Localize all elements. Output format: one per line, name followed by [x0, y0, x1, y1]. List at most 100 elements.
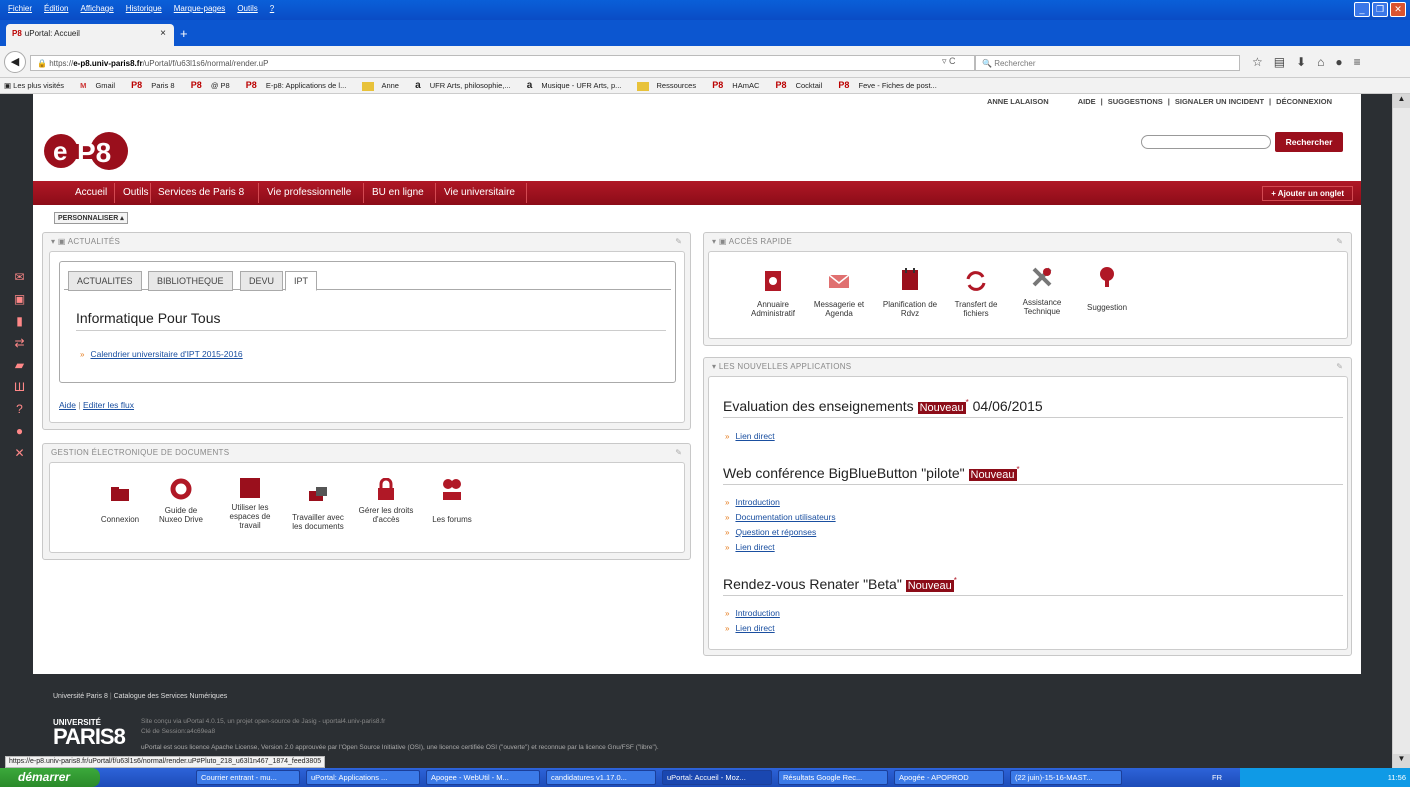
menu-affichage[interactable]: Affichage	[80, 4, 113, 13]
link-signaler[interactable]: SIGNALER UN INCIDENT	[1175, 97, 1264, 106]
bookmark-ressources[interactable]: Ressources	[637, 81, 703, 91]
download-icon[interactable]: ⬇	[1296, 55, 1317, 69]
app-planification[interactable]: Planification de Rdvz	[875, 268, 945, 318]
app-forums[interactable]: Les forums	[426, 478, 478, 524]
minimize-button[interactable]: _	[1354, 2, 1370, 17]
app-workspaces[interactable]: Utiliser les espaces de travail	[222, 477, 278, 530]
reload-icon[interactable]: ▿ C	[942, 56, 956, 67]
mail-icon[interactable]: ✉	[6, 270, 33, 292]
scroll-down-icon[interactable]: ▼	[1393, 754, 1410, 768]
help-link[interactable]: Aide	[59, 400, 76, 410]
bookmark-ep8[interactable]: P8 E-p8: Applications de l...	[246, 80, 354, 90]
directory-icon[interactable]: ▣	[6, 292, 33, 314]
bookmark-feve[interactable]: P8 Feve - Fiches de post...	[838, 80, 943, 90]
taskbar-item[interactable]: (22 juin)-15-16-MAST...	[1010, 770, 1122, 785]
bookmark-ufr-arts[interactable]: a UFR Arts, philosophie,...	[415, 80, 518, 91]
bookmark-paris8[interactable]: P8 Paris 8	[131, 80, 181, 90]
documentation-link[interactable]: Documentation utilisateurs	[735, 512, 835, 522]
start-button[interactable]: démarrer	[0, 768, 100, 787]
vertical-scrollbar[interactable]: ▲ ▼	[1392, 94, 1410, 768]
tab-ipt[interactable]: IPT	[285, 271, 318, 291]
tab-devu[interactable]: DEVU	[240, 271, 284, 291]
new-tab-button[interactable]: +	[180, 26, 188, 41]
personalize-button[interactable]: PERSONNALISER ▴	[54, 212, 128, 224]
taskbar-item[interactable]: Apogée - APOPROD	[894, 770, 1004, 785]
clipboard-icon[interactable]: ▤	[1274, 55, 1296, 69]
browser-tab[interactable]: P8 uPortal: Accueil ×	[6, 24, 174, 46]
back-button[interactable]: ◀	[4, 51, 26, 73]
search-button[interactable]: Rechercher	[1275, 132, 1343, 152]
introduction-link[interactable]: Introduction	[735, 608, 779, 618]
app-transfert[interactable]: Transfert de fichiers	[949, 270, 1003, 318]
edit-feeds-link[interactable]: Editer les flux	[83, 400, 134, 410]
documents-icon[interactable]: ▰	[6, 358, 33, 380]
scroll-up-icon[interactable]: ▲	[1393, 94, 1410, 108]
pin-icon[interactable]: ✎	[675, 237, 682, 246]
chat-icon[interactable]: ●	[1335, 55, 1353, 69]
tab-bu-en-ligne[interactable]: BU en ligne	[372, 187, 424, 198]
url-bar[interactable]: 🔒 https://e-p8.univ-paris8.fr/uPortal/f/…	[30, 55, 975, 71]
close-button[interactable]: ✕	[1390, 2, 1406, 17]
app-annuaire[interactable]: Annuaire Administratif	[745, 270, 801, 318]
taskbar-item[interactable]: candidatures v1.17.0...	[546, 770, 656, 785]
portal-search-input[interactable]	[1141, 135, 1271, 149]
tab-actualites[interactable]: ACTUALITES	[68, 271, 142, 291]
pin-icon[interactable]: ✎	[675, 448, 682, 457]
footer-link-paris8[interactable]: Université Paris 8	[53, 693, 108, 700]
link-deconnexion[interactable]: DÉCONNEXION	[1276, 97, 1332, 106]
footer-link-catalogue[interactable]: Catalogue des Services Numériques	[114, 693, 228, 700]
news-link[interactable]: Calendrier universitaire d'IPT 2015-2016	[90, 349, 242, 359]
add-tab-button[interactable]: + Ajouter un onglet	[1262, 186, 1353, 201]
menu-marque-pages[interactable]: Marque-pages	[174, 4, 226, 13]
pin-icon[interactable]: ✎	[1336, 237, 1343, 246]
bookmark-at-p8[interactable]: P8 @ P8	[191, 80, 237, 90]
menu-fichier[interactable]: Fichier	[8, 4, 32, 13]
transfer-icon[interactable]: ⇄	[6, 336, 33, 358]
faq-link[interactable]: Question et réponses	[735, 527, 816, 537]
calendar-icon[interactable]: ▮	[6, 314, 33, 336]
star-icon[interactable]: ☆	[1252, 55, 1274, 69]
lien-direct-link[interactable]: Lien direct	[735, 542, 774, 552]
bookmark-musique[interactable]: a Musique - UFR Arts, p...	[527, 80, 629, 91]
app-nuxeo-drive[interactable]: Guide de Nuxeo Drive	[153, 478, 209, 524]
app-access-rights[interactable]: Gérer les droits d'accès	[357, 477, 415, 524]
menu-icon[interactable]: ≡	[1354, 55, 1372, 69]
language-indicator[interactable]: FR	[1212, 773, 1222, 782]
pin-icon[interactable]: ✎	[1336, 362, 1343, 371]
tools-icon[interactable]: ✕	[6, 446, 33, 468]
app-messagerie[interactable]: Messagerie et Agenda	[809, 270, 869, 318]
tab-accueil[interactable]: Accueil	[75, 187, 107, 198]
menu-aide[interactable]: ?	[270, 4, 274, 13]
search-bar[interactable]: 🔍 Rechercher	[975, 55, 1240, 71]
menu-outils[interactable]: Outils	[237, 4, 257, 13]
ep8-logo[interactable]: e P8	[41, 124, 131, 176]
tab-vie-professionnelle[interactable]: Vie professionnelle	[267, 187, 351, 198]
taskbar-item-active[interactable]: uPortal: Accueil - Moz...	[662, 770, 772, 785]
app-assistance[interactable]: Assistance Technique	[1015, 266, 1069, 316]
library-icon[interactable]: Ш	[6, 380, 33, 402]
help-icon[interactable]: ?	[6, 402, 33, 424]
menu-edition[interactable]: Édition	[44, 4, 68, 13]
bookmark-anne[interactable]: Anne	[362, 81, 406, 91]
bookmark-gmail[interactable]: M Gmail	[80, 81, 122, 90]
link-aide[interactable]: AIDE	[1078, 97, 1096, 106]
app-documents[interactable]: Travailler avec les documents	[286, 483, 350, 531]
lien-direct-link[interactable]: Lien direct	[735, 431, 774, 441]
bookmark-most-visited[interactable]: ▣ Les plus visités	[4, 81, 71, 90]
taskbar-item[interactable]: Résultats Google Rec...	[778, 770, 888, 785]
taskbar-item[interactable]: uPortal: Applications ...	[306, 770, 420, 785]
tab-outils[interactable]: Outils	[123, 187, 149, 198]
maximize-button[interactable]: ❐	[1372, 2, 1388, 17]
taskbar-item[interactable]: Apogee - WebUtil - M...	[426, 770, 540, 785]
link-suggestions[interactable]: SUGGESTIONS	[1108, 97, 1163, 106]
tab-bibliotheque[interactable]: BIBLIOTHEQUE	[148, 271, 233, 291]
lien-direct-link[interactable]: Lien direct	[735, 623, 774, 633]
app-suggestion[interactable]: Suggestion	[1079, 266, 1135, 312]
introduction-link[interactable]: Introduction	[735, 497, 779, 507]
tab-services-paris8[interactable]: Services de Paris 8	[158, 187, 244, 198]
bookmark-cocktail[interactable]: P8 Cocktail	[775, 80, 829, 90]
menu-historique[interactable]: Historique	[126, 4, 162, 13]
home-icon[interactable]: ⌂	[1317, 55, 1335, 69]
bookmark-hamac[interactable]: P8 HAmAC	[712, 80, 766, 90]
app-connexion[interactable]: Connexion	[90, 483, 150, 524]
